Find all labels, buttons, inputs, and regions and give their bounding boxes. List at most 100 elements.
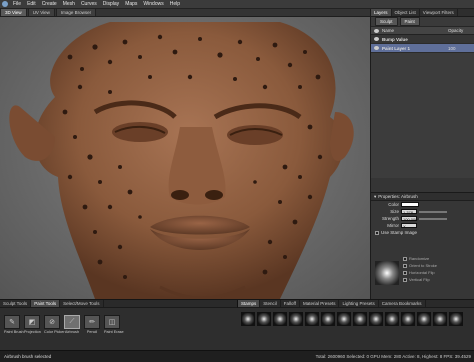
stamp-thumbnail[interactable] — [369, 312, 383, 326]
menu-file[interactable]: File — [10, 1, 24, 7]
stamp-thumbnail[interactable] — [305, 312, 319, 326]
layer-toolbar: Sculpt Paint — [371, 17, 474, 27]
projection-tool[interactable]: ◩ Projection — [24, 315, 41, 334]
layer-list-empty-area — [371, 53, 474, 178]
erase-icon: ◫ — [104, 315, 120, 329]
tab-paint-tools[interactable]: Paint Tools — [31, 300, 61, 307]
right-panel-tabs: Layers Object List Viewport Filters — [371, 9, 474, 17]
layer-list-header: Name Opacity — [371, 27, 474, 35]
pencil-icon: ✏ — [84, 315, 100, 329]
tool-tabs: Sculpt Tools Paint Tools Select/Move Too… — [0, 300, 237, 308]
layer-row-selected[interactable]: Paint Layer 1 100 — [371, 44, 474, 53]
size-slider[interactable] — [419, 210, 447, 213]
tool-label: Pencil — [86, 330, 98, 334]
stamp-thumbnail[interactable] — [449, 312, 463, 326]
airbrush-tool[interactable]: ⟋ Airbrush — [64, 315, 80, 334]
strength-slider[interactable] — [419, 217, 447, 220]
layer-opacity[interactable]: 100 — [448, 46, 474, 51]
hflip-checkbox[interactable] — [403, 270, 407, 275]
tab-stamps[interactable]: Stamps — [238, 300, 261, 307]
color-label: Color — [388, 202, 399, 207]
visibility-toggle-icon[interactable] — [374, 46, 379, 50]
layer-name-header: Name — [382, 28, 395, 33]
layer-row[interactable]: Bump Value — [371, 35, 474, 44]
paint-brush-tool[interactable]: ✎ Paint Brush — [4, 315, 24, 334]
paint-erase-tool[interactable]: ◫ Paint Erase — [104, 315, 124, 334]
size-input[interactable]: 1.378 — [401, 209, 417, 215]
menu-curves[interactable]: Curves — [78, 1, 100, 7]
color-row: Color — [371, 201, 474, 208]
mirror-select[interactable]: X — [401, 223, 417, 229]
status-message: Airbrush brush selected — [4, 354, 52, 359]
stamp-thumbnail[interactable] — [353, 312, 367, 326]
menu-help[interactable]: Help — [167, 1, 183, 7]
status-bar: Airbrush brush selected Total: 2600960 S… — [0, 350, 474, 362]
tab-camera-bookmarks[interactable]: Camera Bookmarks — [379, 300, 426, 307]
color-picker-icon: ⊘ — [44, 315, 60, 329]
stamp-grid — [241, 312, 471, 326]
stamp-thumbnail[interactable] — [321, 312, 335, 326]
tool-label: Airbrush — [64, 330, 80, 334]
menu-windows[interactable]: Windows — [140, 1, 166, 7]
stamp-thumbnail[interactable] — [385, 312, 399, 326]
stamp-thumbnail[interactable] — [433, 312, 447, 326]
color-swatch[interactable] — [401, 202, 419, 207]
tool-label: Projection — [24, 330, 41, 334]
use-stamp-checkbox[interactable] — [375, 230, 379, 235]
stamp-thumbnail[interactable] — [257, 312, 271, 326]
vflip-checkbox[interactable] — [403, 277, 407, 282]
strength-input[interactable]: 100.000 — [401, 216, 417, 222]
properties-panel: ▾ Properties: Airbrush Color Size 1.378 … — [371, 192, 474, 299]
visibility-icon — [374, 28, 379, 33]
visibility-toggle-icon[interactable] — [374, 37, 379, 41]
mirror-label: Mirror — [387, 223, 399, 228]
menu-edit[interactable]: Edit — [24, 1, 39, 7]
collapse-arrow-icon[interactable]: ▾ — [374, 194, 376, 200]
paint-layer-button[interactable]: Paint — [399, 17, 420, 26]
tab-select-move-tools[interactable]: Select/Move Tools — [60, 300, 104, 307]
randomize-checkbox[interactable] — [403, 256, 407, 261]
layer-name: Paint Layer 1 — [382, 45, 411, 51]
layer-opacity-header: Opacity — [448, 28, 464, 33]
strength-label: Strength — [381, 216, 399, 221]
right-panel: Layers Object List Viewport Filters Scul… — [370, 9, 474, 299]
vflip-label: Vertical Flip — [409, 277, 430, 282]
brush-icon: ✎ — [4, 315, 20, 329]
sculpt-layer-button[interactable]: Sculpt — [375, 17, 398, 26]
stamp-thumbnail[interactable] — [337, 312, 351, 326]
orient-checkbox[interactable] — [403, 263, 407, 268]
stamp-preview-image[interactable] — [375, 261, 399, 285]
tab-viewport-filters[interactable]: Viewport Filters — [420, 9, 458, 16]
tab-3d-view[interactable]: 3D View — [0, 8, 27, 16]
hflip-label: Horizontal Flip — [409, 270, 435, 275]
stamp-thumbnail[interactable] — [401, 312, 415, 326]
tab-lighting-presets[interactable]: Lighting Presets — [339, 300, 379, 307]
tab-object-list[interactable]: Object List — [392, 9, 420, 16]
tab-layers[interactable]: Layers — [371, 9, 392, 16]
3d-viewport[interactable] — [0, 17, 370, 299]
size-row: Size 1.378 — [371, 208, 474, 215]
tool-label: Paint Erase — [104, 330, 124, 334]
stamp-thumbnail[interactable] — [241, 312, 255, 326]
stamp-tabs: Stamps Stencil Falloff Material Presets … — [237, 300, 474, 308]
color-picker-tool[interactable]: ⊘ Color Picker — [44, 315, 65, 334]
layer-name: Bump Value — [382, 36, 408, 42]
app-logo-icon — [2, 1, 8, 7]
tab-image-browser[interactable]: Image Browser — [55, 8, 97, 16]
tab-sculpt-tools[interactable]: Sculpt Tools — [0, 300, 32, 307]
stamp-thumbnail[interactable] — [417, 312, 431, 326]
tab-falloff[interactable]: Falloff — [281, 300, 300, 307]
tab-material-presets[interactable]: Material Presets — [300, 300, 340, 307]
stamp-thumbnail[interactable] — [273, 312, 287, 326]
menu-maps[interactable]: Maps — [122, 1, 140, 7]
menu-create[interactable]: Create — [39, 1, 60, 7]
menu-display[interactable]: Display — [100, 1, 122, 7]
strength-row: Strength 100.000 — [371, 215, 474, 222]
tab-uv-view[interactable]: UV View — [27, 8, 55, 16]
menu-mesh[interactable]: Mesh — [60, 1, 78, 7]
use-stamp-row: Use Stamp Image — [371, 229, 474, 236]
tab-stencil[interactable]: Stencil — [260, 300, 281, 307]
pencil-tool[interactable]: ✏ Pencil — [84, 315, 100, 334]
use-stamp-label: Use Stamp Image — [381, 230, 418, 235]
stamp-thumbnail[interactable] — [289, 312, 303, 326]
